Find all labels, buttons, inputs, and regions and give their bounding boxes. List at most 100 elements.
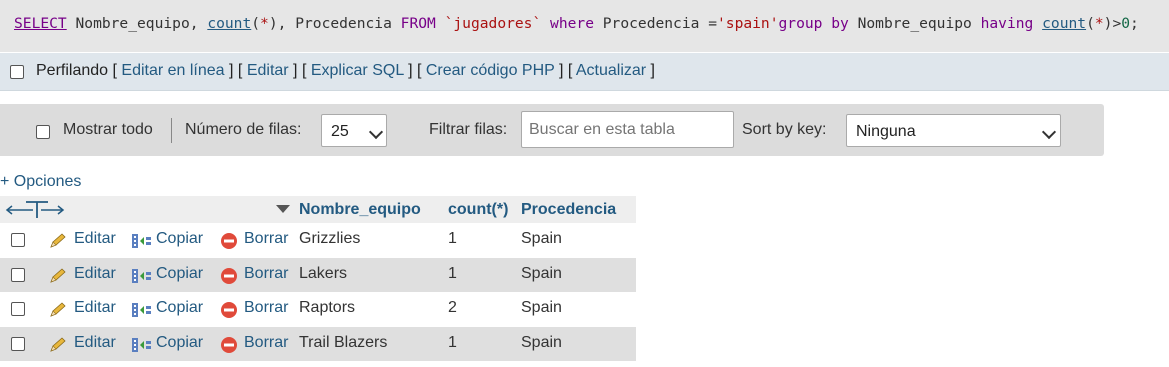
cell-nombre-equipo: Lakers	[299, 264, 348, 282]
filter-rows-input[interactable]: Buscar en esta tabla	[521, 111, 734, 148]
sql-star: *	[1094, 15, 1104, 32]
sql-count-function: count	[1042, 15, 1087, 32]
copy-row-icon	[132, 303, 151, 317]
sql-text: (	[1086, 15, 1095, 32]
copy-row-button[interactable]: Copiar	[156, 230, 203, 248]
rows-count-label: Número de filas:	[185, 121, 302, 138]
sql-table-name: `jugadores`	[435, 15, 551, 32]
table-navigation-bar: Mostrar todo Número de filas: 25 Filtrar…	[0, 104, 1104, 156]
column-header-procedencia[interactable]: Procedencia	[521, 201, 616, 219]
pencil-icon	[50, 302, 66, 317]
filter-rows-placeholder: Buscar en esta tabla	[529, 121, 675, 138]
sql-where-keyword: where	[550, 15, 594, 32]
delete-icon	[221, 302, 237, 318]
sql-from-keyword: FROM	[400, 15, 436, 32]
sql-group-keyword: group by	[778, 15, 849, 32]
cell-procedencia: Spain	[521, 264, 562, 282]
link-edit-inline[interactable]: Editar en línea	[121, 62, 224, 79]
sort-dropdown-icon[interactable]	[276, 205, 290, 213]
sql-text: Procedencia =	[593, 15, 717, 32]
row-checkbox[interactable]	[11, 267, 25, 282]
sql-query-text: SELECT Nombre_equipo, count(*), Proceden…	[14, 15, 1139, 32]
pencil-icon	[50, 336, 66, 352]
sql-text: , Procedencia	[277, 15, 401, 32]
copy-row-icon	[132, 337, 151, 352]
table-row: Editar Copiar Borrar Raptors 2 Spain	[0, 292, 636, 327]
sql-query-bar[interactable]: SELECT Nombre_equipo, count(*), Proceden…	[0, 0, 1169, 52]
copy-row-button[interactable]: Copiar	[156, 265, 203, 283]
filter-rows-label: Filtrar filas:	[429, 121, 508, 138]
column-resize-arrows-icon[interactable]	[5, 201, 65, 219]
table-row: Editar Copiar Borrar Grizzlies 1 Spain	[0, 223, 636, 258]
show-all-label[interactable]: Mostrar todo	[63, 121, 153, 139]
cell-nombre-equipo: Raptors	[299, 299, 356, 316]
profiling-links: Perfilando [ Editar en línea ] [ Editar …	[36, 62, 655, 79]
copy-row-icon	[132, 268, 151, 283]
cell-procedencia: Spain	[521, 333, 562, 351]
sort-by-key-select[interactable]: Ninguna	[846, 114, 1061, 147]
rows-count-value: 25	[331, 123, 349, 140]
cell-procedencia: Spain	[521, 299, 562, 316]
cell-count: 1	[448, 333, 457, 351]
sql-count-function: count	[207, 15, 252, 32]
pencil-icon	[50, 233, 66, 248]
rows-count-select[interactable]: 25	[321, 114, 387, 147]
link-refresh[interactable]: Actualizar	[576, 62, 646, 79]
edit-row-button[interactable]: Editar	[74, 334, 116, 352]
chevron-down-icon	[368, 124, 384, 140]
sort-by-key-label: Sort by key:	[742, 121, 827, 138]
copy-row-icon	[132, 234, 151, 248]
pencil-icon	[50, 267, 66, 283]
divider	[171, 118, 172, 143]
copy-row-button[interactable]: Copiar	[156, 334, 203, 352]
sql-text: Nombre_equipo,	[66, 15, 208, 32]
sql-string-value: 'spain'	[717, 15, 779, 32]
cell-count: 2	[448, 299, 457, 316]
delete-row-button[interactable]: Borrar	[244, 230, 288, 248]
delete-row-button[interactable]: Borrar	[244, 299, 288, 317]
copy-row-button[interactable]: Copiar	[156, 299, 203, 317]
column-header-nombre-equipo[interactable]: Nombre_equipo	[299, 201, 421, 219]
row-checkbox[interactable]	[11, 233, 25, 247]
link-explain-sql[interactable]: Explicar SQL	[311, 62, 404, 79]
cell-count: 1	[448, 264, 457, 282]
edit-row-button[interactable]: Editar	[74, 299, 116, 317]
cell-nombre-equipo: Grizzlies	[299, 230, 361, 247]
profiling-checkbox[interactable]	[10, 65, 24, 79]
options-link[interactable]: + Opciones	[0, 173, 81, 191]
sql-having-keyword: having	[980, 15, 1034, 32]
cell-nombre-equipo: Trail Blazers	[299, 333, 388, 351]
delete-icon	[221, 233, 237, 249]
link-edit[interactable]: Editar	[247, 62, 289, 79]
results-table: Nombre_equipo count(*) Procedencia Edita…	[0, 196, 636, 361]
sql-number: 0	[1121, 15, 1131, 32]
table-row: Editar Copiar Borrar Trail Blazers 1 Spa…	[0, 326, 636, 361]
sql-text: (	[251, 15, 261, 32]
delete-row-button[interactable]: Borrar	[244, 334, 288, 352]
sql-text: >	[1112, 15, 1122, 32]
sql-text: ;	[1130, 15, 1139, 32]
edit-row-button[interactable]: Editar	[74, 230, 116, 248]
cell-count: 1	[448, 230, 457, 247]
profiling-bar: Perfilando [ Editar en línea ] [ Editar …	[0, 53, 1169, 91]
row-checkbox[interactable]	[11, 302, 25, 316]
profiling-label: Perfilando	[36, 62, 109, 79]
sql-text: Nombre_equipo	[848, 15, 981, 32]
table-row: Editar Copiar Borrar Lakers 1 Spain	[0, 257, 636, 292]
link-create-php[interactable]: Crear código PHP	[426, 62, 555, 79]
show-all-checkbox[interactable]	[36, 125, 50, 139]
edit-row-button[interactable]: Editar	[74, 265, 116, 283]
sort-by-key-value: Ninguna	[856, 123, 916, 140]
row-checkbox[interactable]	[11, 336, 25, 351]
delete-icon	[221, 267, 237, 284]
column-header-count[interactable]: count(*)	[448, 201, 508, 219]
sql-select-keyword: SELECT	[14, 15, 67, 32]
table-body: Editar Copiar Borrar Grizzlies 1 Spain E…	[0, 223, 636, 361]
sql-star: *	[260, 15, 269, 32]
delete-icon	[221, 336, 237, 353]
sql-text: )	[268, 15, 278, 32]
cell-procedencia: Spain	[521, 230, 562, 247]
chevron-down-icon	[1041, 124, 1057, 140]
delete-row-button[interactable]: Borrar	[244, 265, 288, 283]
